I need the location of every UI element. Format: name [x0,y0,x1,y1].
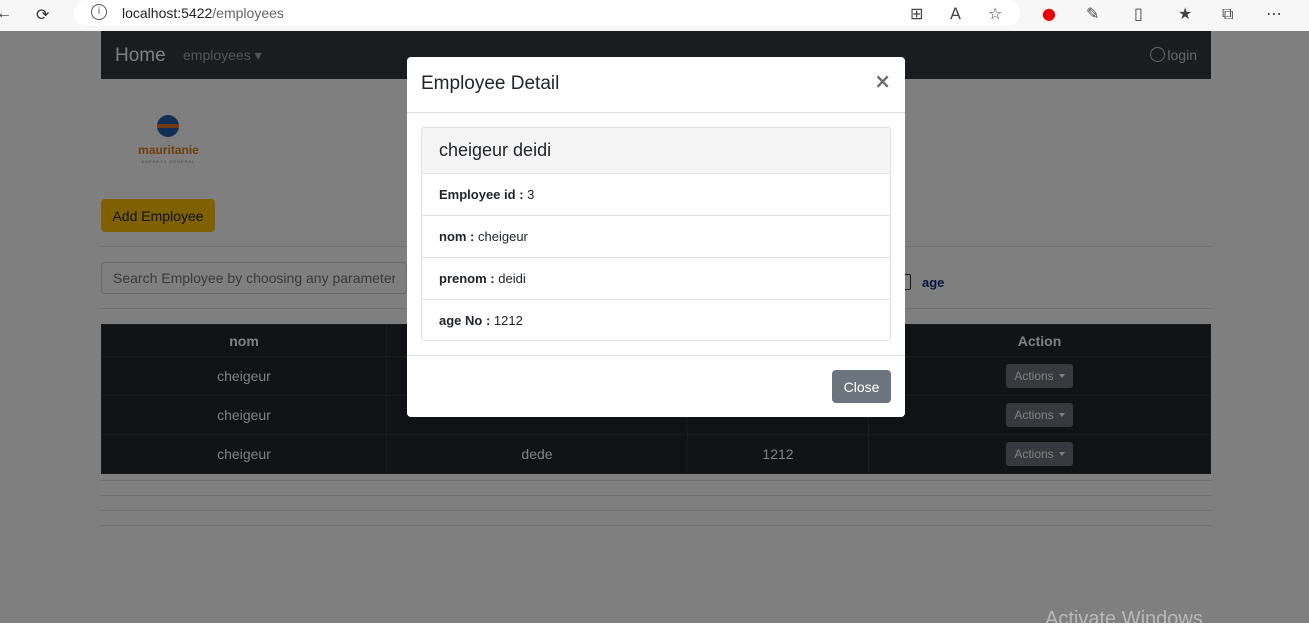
modal-header: Employee Detail × [407,57,905,113]
extensions-icon[interactable]: ✎ [1086,4,1099,23]
refresh-icon[interactable]: ⟳ [36,5,49,25]
opera-extension-icon[interactable]: ● [1042,4,1056,23]
employee-full-name: cheigeur deidi [422,128,890,174]
field-age: age No : 1212 [439,313,523,328]
employee-detail-modal: Employee Detail × cheigeur deidi Employe… [407,57,905,417]
favorite-star-icon[interactable]: ☆ [988,4,1002,23]
address-bar[interactable]: i localhost:5422/employees [74,0,1020,26]
favorites-icon[interactable]: ★ [1178,4,1192,23]
site-info-icon[interactable]: i [91,4,107,20]
back-icon[interactable]: ← [0,5,12,23]
browser-toolbar: ← ⟳ i localhost:5422/employees ⊞ A ☆ ● ✎… [0,0,1309,31]
split-screen-icon[interactable]: ▯ [1134,4,1143,23]
employee-card: cheigeur deidi Employee id : 3 nom : che… [421,127,891,341]
close-icon[interactable]: × [874,69,891,93]
activate-windows-watermark: Activate Windows [1045,608,1203,630]
url-path: /employees [212,5,284,21]
field-employee-id: Employee id : 3 [422,174,890,216]
modal-title: Employee Detail [421,73,560,94]
read-aloud-icon[interactable]: A [950,4,961,23]
url-host: localhost:5422 [122,5,213,21]
field-nom: nom : cheigeur [422,216,890,258]
more-menu-icon[interactable]: ⋯ [1266,4,1282,23]
app-available-icon[interactable]: ⊞ [910,4,923,23]
close-button[interactable]: Close [832,370,891,403]
modal-footer: Close [407,355,905,418]
field-prenom: prenom : deidi [422,258,890,300]
collections-icon[interactable]: ⧉ [1222,4,1233,24]
